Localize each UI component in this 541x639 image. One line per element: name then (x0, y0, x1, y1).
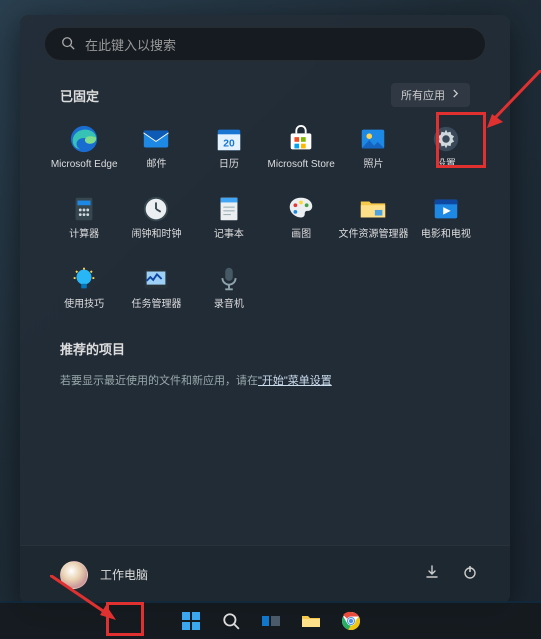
svg-text:20: 20 (223, 139, 235, 150)
paint-icon (285, 193, 317, 225)
app-label: 画图 (291, 229, 311, 241)
taskbar-explorer-icon[interactable] (298, 608, 324, 634)
app-tile-mail[interactable]: 邮件 (120, 117, 192, 177)
app-tile-clock[interactable]: 闹钟和时钟 (120, 187, 192, 247)
chevron-right-icon (451, 89, 460, 101)
app-label: 照片 (363, 159, 383, 171)
all-apps-button[interactable]: 所有应用 (391, 83, 470, 107)
taskbar (0, 601, 541, 639)
app-tile-explorer[interactable]: 文件资源管理器 (337, 187, 409, 247)
app-label: 记事本 (214, 229, 244, 241)
all-apps-label: 所有应用 (401, 87, 445, 103)
edge-icon (68, 123, 100, 155)
calculator-icon (68, 193, 100, 225)
app-label: 使用技巧 (64, 299, 104, 311)
username: 工作电脑 (100, 566, 148, 583)
app-label: 录音机 (214, 299, 244, 311)
app-tile-movies[interactable]: 电影和电视 (410, 187, 482, 247)
search-icon (61, 36, 75, 53)
recommended-section: 推荐的项目 若要显示最近使用的文件和新应用，请在"开始"菜单设置 (20, 317, 510, 388)
store-icon (285, 123, 317, 155)
search-placeholder: 在此键入以搜索 (85, 35, 176, 54)
start-settings-link[interactable]: "开始"菜单设置 (258, 375, 332, 387)
taskbar-search-icon[interactable] (218, 608, 244, 634)
app-label: 任务管理器 (131, 299, 181, 311)
mail-icon (140, 123, 172, 155)
photos-icon (357, 123, 389, 155)
app-label: Microsoft Edge (51, 159, 118, 171)
start-footer: 工作电脑 (20, 545, 510, 603)
app-tile-notepad[interactable]: 记事本 (193, 187, 265, 247)
pinned-grid: Microsoft Edge 邮件 20 日历 Microsoft Store 照片 设置计… (20, 117, 510, 317)
app-tile-settings[interactable]: 设置 (410, 117, 482, 177)
app-tile-edge[interactable]: Microsoft Edge (48, 117, 120, 177)
recommended-title: 推荐的项目 (60, 339, 470, 358)
power-icon[interactable] (462, 564, 478, 585)
app-label: 闹钟和时钟 (131, 229, 181, 241)
app-tile-paint[interactable]: 画图 (265, 187, 337, 247)
pinned-header: 已固定 所有应用 (20, 69, 510, 117)
app-label: 计算器 (69, 229, 99, 241)
taskbar-taskview-icon[interactable] (258, 608, 284, 634)
app-label: 日历 (219, 159, 239, 171)
app-tile-taskmgr[interactable]: 任务管理器 (120, 257, 192, 317)
app-tile-calculator[interactable]: 计算器 (48, 187, 120, 247)
start-menu: 在此键入以搜索 已固定 所有应用 Microsoft Edge邮件20日历Mic… (20, 15, 510, 603)
app-tile-photos[interactable]: 照片 (337, 117, 409, 177)
download-icon[interactable] (424, 564, 440, 585)
settings-icon (430, 123, 462, 155)
user-button[interactable]: 工作电脑 (60, 561, 148, 589)
search-input[interactable]: 在此键入以搜索 (44, 27, 486, 61)
recommended-hint: 若要显示最近使用的文件和新应用，请在"开始"菜单设置 (60, 372, 470, 388)
app-tile-recorder[interactable]: 录音机 (193, 257, 265, 317)
app-label: Microsoft Store (268, 159, 335, 171)
app-tile-store[interactable]: Microsoft Store (265, 117, 337, 177)
calendar-icon: 20 (213, 123, 245, 155)
notepad-icon (213, 193, 245, 225)
app-label: 设置 (436, 159, 456, 171)
pinned-title: 已固定 (60, 86, 99, 105)
explorer-icon (357, 193, 389, 225)
recorder-icon (213, 263, 245, 295)
taskbar-start-button[interactable] (178, 608, 204, 634)
avatar (60, 561, 88, 589)
app-label: 邮件 (146, 159, 166, 171)
taskmgr-icon (140, 263, 172, 295)
app-tile-tips[interactable]: 使用技巧 (48, 257, 120, 317)
tips-icon (68, 263, 100, 295)
clock-icon (140, 193, 172, 225)
movies-icon (430, 193, 462, 225)
taskbar-chrome-icon[interactable] (338, 608, 364, 634)
app-label: 文件资源管理器 (338, 229, 408, 241)
app-label: 电影和电视 (421, 229, 471, 241)
app-tile-calendar[interactable]: 20 日历 (193, 117, 265, 177)
